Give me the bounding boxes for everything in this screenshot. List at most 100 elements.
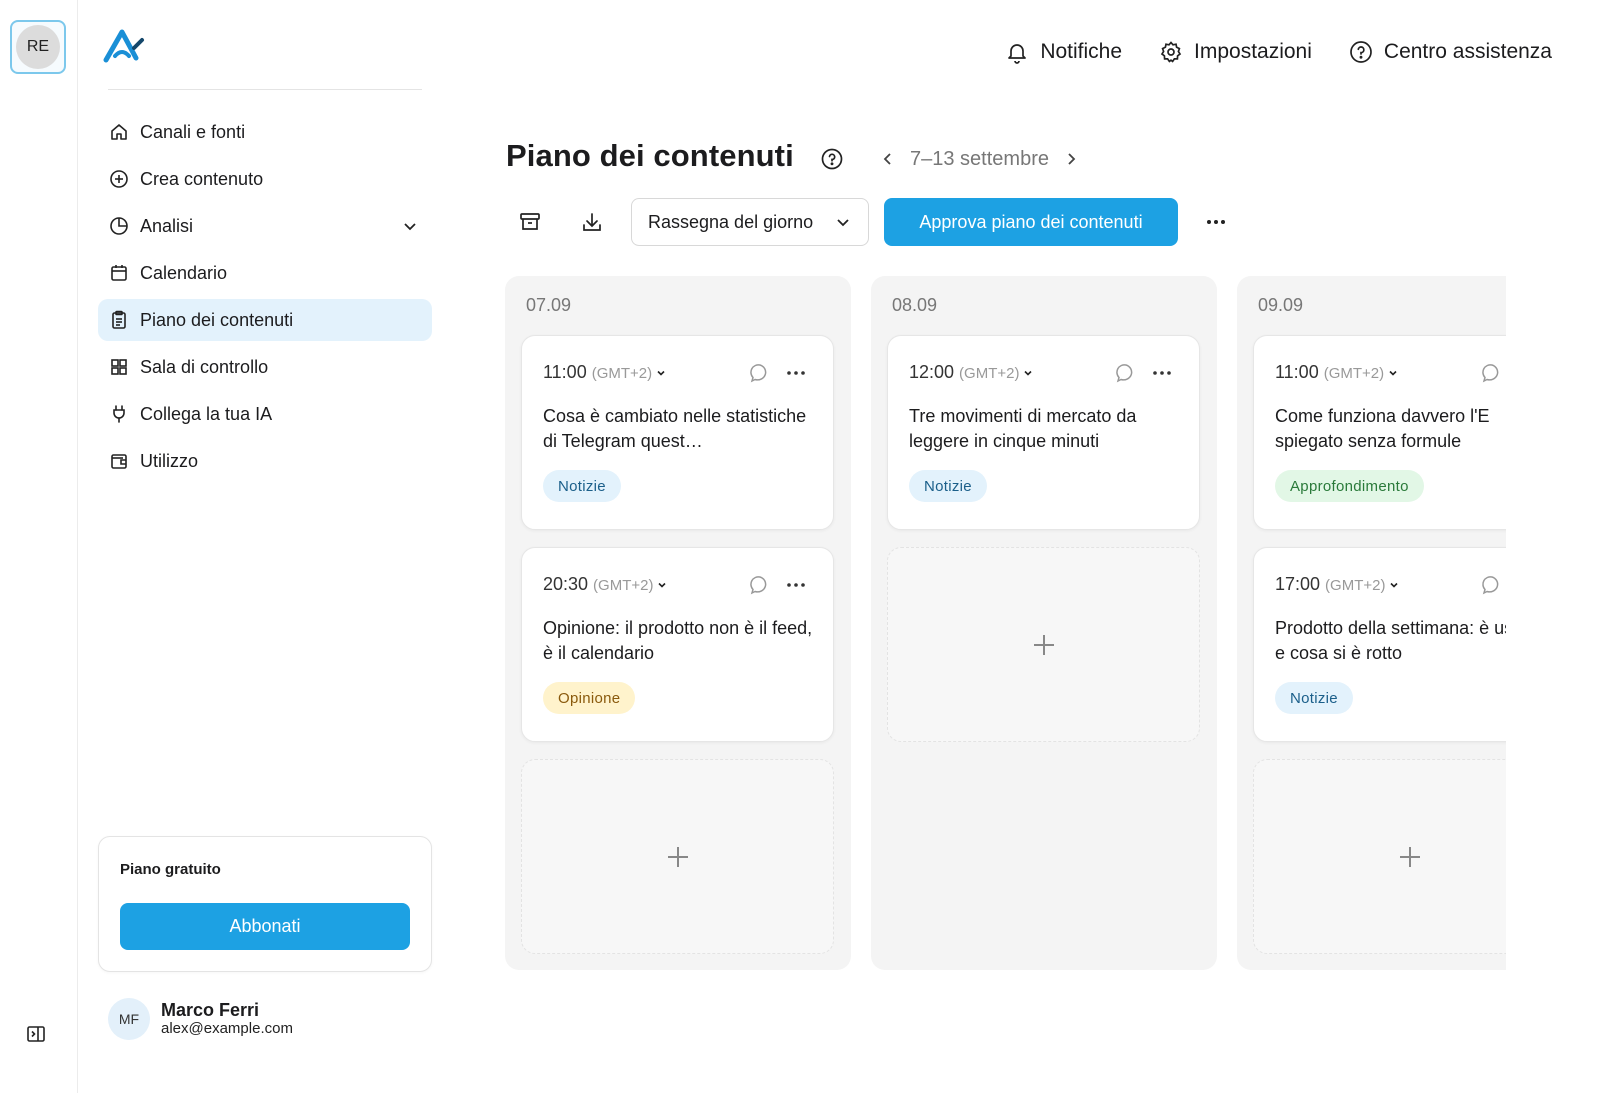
page-title: Piano dei contenuti [506,138,794,173]
post-card[interactable]: 11:00 (GMT+2) Come funziona davvero l'E … [1253,335,1506,530]
comment-icon[interactable] [1481,574,1503,596]
week-navigator: 7–13 settembre [878,145,1081,173]
post-time-value: 11:00 [1275,362,1319,382]
sidebar-item-label: Collega la tua IA [140,403,273,424]
sidebar-item-label: Calendario [140,262,228,283]
sidebar-item-canali[interactable]: Canali e fonti [98,111,432,153]
post-timezone: (GMT+2) [959,365,1020,382]
help-circle-icon [1348,39,1374,65]
sidebar-item-label: Analisi [140,215,194,236]
post-time[interactable]: 11:00 (GMT+2) [1275,362,1399,383]
day-column: 07.09 11:00 (GMT+2) Cosa è cambiato nell… [505,276,851,970]
chevron-down-icon [1389,370,1397,376]
plan-title: Piano gratuito [120,861,221,878]
notifications-label: Notifiche [1040,40,1123,63]
workspace-switcher[interactable]: RE [10,20,66,74]
sidebar: Canali e fonti Crea contenuto Analisi Ca… [78,0,444,1093]
week-range: 7–13 settembre [910,147,1049,170]
chevron-down-icon [657,370,665,376]
column-date: 08.09 [892,295,938,315]
post-timezone: (GMT+2) [591,365,653,382]
plus-icon [1399,846,1420,867]
settings-link[interactable]: Impostazioni [1158,39,1312,65]
user-name: Marco Ferri [161,1000,260,1020]
pie-chart-icon [108,215,130,237]
add-post-slot[interactable] [521,759,834,954]
chevron-right-icon[interactable] [1061,149,1081,169]
more-options-icon[interactable] [1151,366,1173,380]
wallet-icon [108,450,130,472]
post-time[interactable]: 17:00 (GMT+2) [1275,574,1400,595]
chevron-down-icon [658,582,667,588]
download-icon[interactable] [579,209,605,235]
sidebar-item-label: Crea contenuto [140,168,264,189]
post-timezone: (GMT+2) [1323,365,1385,382]
post-tag: Notizie [909,470,987,502]
clipboard-icon [108,309,130,331]
comment-icon[interactable] [1115,362,1137,384]
post-time[interactable]: 11:00 (GMT+2) [543,362,667,383]
sidebar-item-label: Utilizzo [140,450,199,471]
collapse-sidebar-icon[interactable] [26,1024,46,1044]
help-center-label: Centro assistenza [1383,40,1552,63]
sidebar-item-analisi[interactable]: Analisi [98,205,432,247]
sidebar-item-collega[interactable]: Collega la tua IA [98,393,432,435]
plus-circle-icon [108,168,130,190]
content-type-select[interactable]: Rassegna del giorno [631,198,869,246]
post-title: Come funziona davvero l'E spiegato senza… [1275,406,1490,451]
column-date: 07.09 [526,295,572,315]
more-options-icon[interactable] [785,366,807,380]
post-card[interactable]: 17:00 (GMT+2) Prodotto della settimana: … [1253,547,1506,742]
plan-card: Piano gratuito Abbonati [98,836,432,972]
post-timezone: (GMT+2) [1325,577,1386,594]
post-time[interactable]: 20:30 (GMT+2) [543,574,668,595]
post-title: Opinione: il prodotto non è il feed, è i… [543,618,813,663]
chevron-left-icon[interactable] [878,149,898,169]
home-icon [108,121,130,143]
comment-icon[interactable] [1481,362,1503,384]
top-header: Notifiche Impostazioni Centro assistenza [968,36,1552,68]
comment-icon[interactable] [749,362,771,384]
more-options-icon[interactable] [1203,210,1229,234]
sidebar-item-calendario[interactable]: Calendario [98,252,432,294]
help-center-link[interactable]: Centro assistenza [1348,39,1552,65]
sidebar-divider [108,89,422,90]
sidebar-item-label: Canali e fonti [140,121,246,142]
select-value: Rassegna del giorno [648,211,814,232]
title-help-icon[interactable] [820,147,844,171]
chevron-down-icon [1024,370,1033,376]
more-options-icon[interactable] [785,578,807,592]
comment-icon[interactable] [749,574,771,596]
post-card[interactable]: 20:30 (GMT+2) Opinione: il prodotto non … [521,547,834,742]
subscribe-button[interactable]: Abbonati [120,903,410,950]
day-column: 08.09 12:00 (GMT+2) Tre movimenti di mer… [871,276,1217,970]
post-time-value: 20:30 [543,574,589,594]
user-profile[interactable]: MF Marco Ferri alex@example.com [108,996,293,1042]
app-logo[interactable] [102,26,146,66]
workspace-rail: RE [0,0,78,1093]
post-tag: Notizie [543,470,621,502]
chevron-down-icon[interactable] [400,216,420,236]
sidebar-item-piano[interactable]: Piano dei contenuti [98,299,432,341]
column-date: 09.09 [1258,295,1304,315]
post-title: Cosa è cambiato nelle statistiche di Tel… [543,406,807,451]
chevron-down-icon [1390,582,1399,588]
notifications-link[interactable]: Notifiche [1004,39,1122,65]
post-title: Prodotto della settimana: è uscito e cos… [1275,618,1506,663]
post-time[interactable]: 12:00 (GMT+2) [909,362,1034,383]
sidebar-item-sala[interactable]: Sala di controllo [98,346,432,388]
post-card[interactable]: 12:00 (GMT+2) Tre movimenti di mercato d… [887,335,1200,530]
post-card[interactable]: 11:00 (GMT+2) Cosa è cambiato nelle stat… [521,335,834,530]
avatar: MF [108,998,150,1040]
sidebar-item-utilizzo[interactable]: Utilizzo [98,440,432,482]
post-time-value: 12:00 [909,362,955,382]
approve-plan-button[interactable]: Approva piano dei contenuti [884,198,1178,246]
archive-icon[interactable] [517,209,543,235]
post-title: Tre movimenti di mercato da leggere in c… [909,406,1137,451]
post-tag: Notizie [1275,682,1353,714]
bell-icon [1004,39,1030,65]
add-post-slot[interactable] [887,547,1200,742]
sidebar-item-crea[interactable]: Crea contenuto [98,158,432,200]
add-post-slot[interactable] [1253,759,1506,954]
plus-icon [667,846,688,867]
